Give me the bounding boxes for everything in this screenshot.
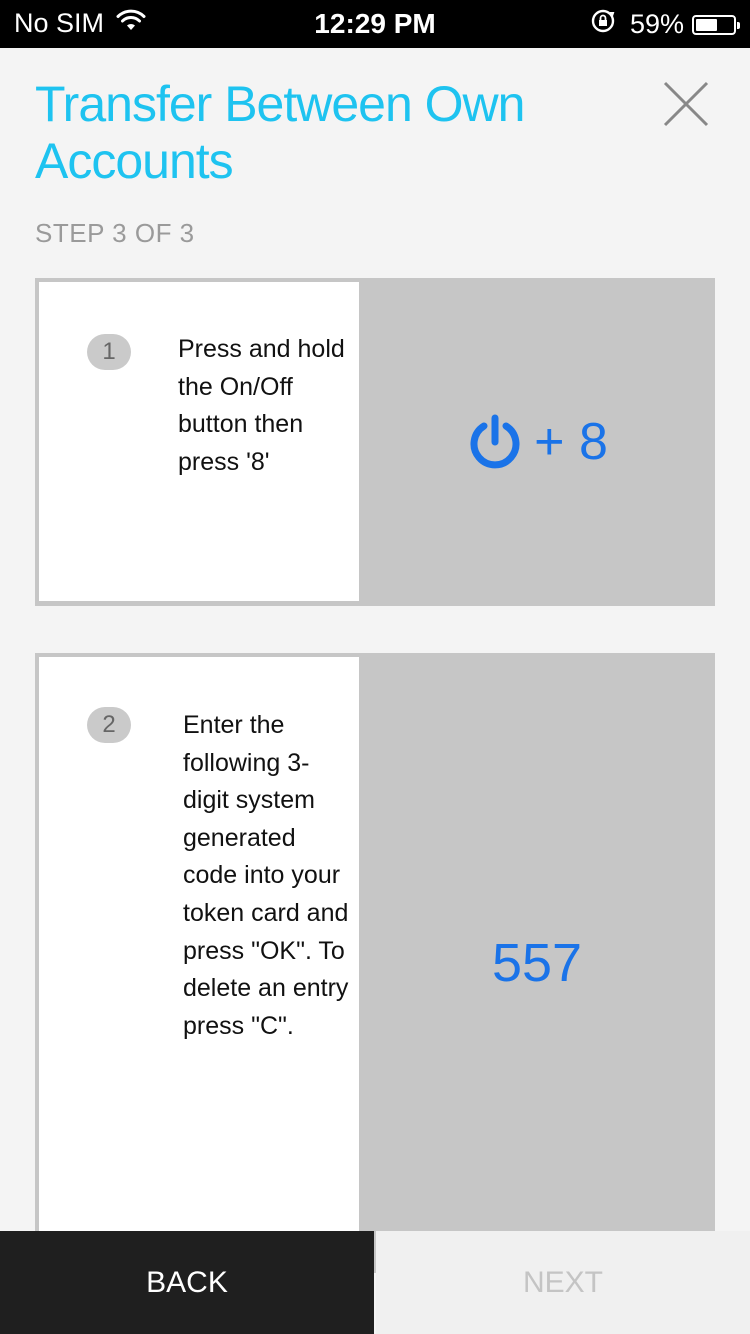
bottom-bar: BACK NEXT <box>0 1231 750 1334</box>
challenge-code: 557 <box>491 933 583 993</box>
rotation-lock-icon <box>590 8 616 41</box>
battery-fill <box>696 18 717 31</box>
status-bar: No SIM 12:29 PM 59% <box>0 0 750 48</box>
step-instruction-text: Press and hold the On/Off button then pr… <box>178 335 345 476</box>
step-display: + 8 <box>359 278 715 606</box>
close-icon <box>663 81 709 127</box>
battery-icon <box>692 14 740 35</box>
step-number-badge: 2 <box>87 707 131 743</box>
next-button[interactable]: NEXT <box>376 1231 750 1334</box>
battery-percent: 59% <box>629 9 684 39</box>
page-title: Transfer Between Own Accounts <box>35 76 525 189</box>
back-button[interactable]: BACK <box>0 1231 374 1334</box>
step-card-1: 1 Press and hold the On/Off button then … <box>35 278 715 606</box>
step-instruction-text: Enter the following 3-digit system gener… <box>183 711 349 1040</box>
step-display: 557 <box>359 653 715 1273</box>
step-card-2: 2 Enter the following 3-digit system gen… <box>35 653 715 1273</box>
power-icon <box>470 414 520 469</box>
step-instruction-panel: 1 Press and hold the On/Off button then … <box>39 282 359 601</box>
status-right: 59% <box>590 8 740 41</box>
key-combo-text: + 8 <box>534 413 608 471</box>
step-instruction-panel: 2 Enter the following 3-digit system gen… <box>39 657 359 1273</box>
step-indicator: STEP 3 OF 3 <box>35 218 195 248</box>
close-button[interactable] <box>660 78 712 130</box>
step-number-badge: 1 <box>87 334 131 370</box>
